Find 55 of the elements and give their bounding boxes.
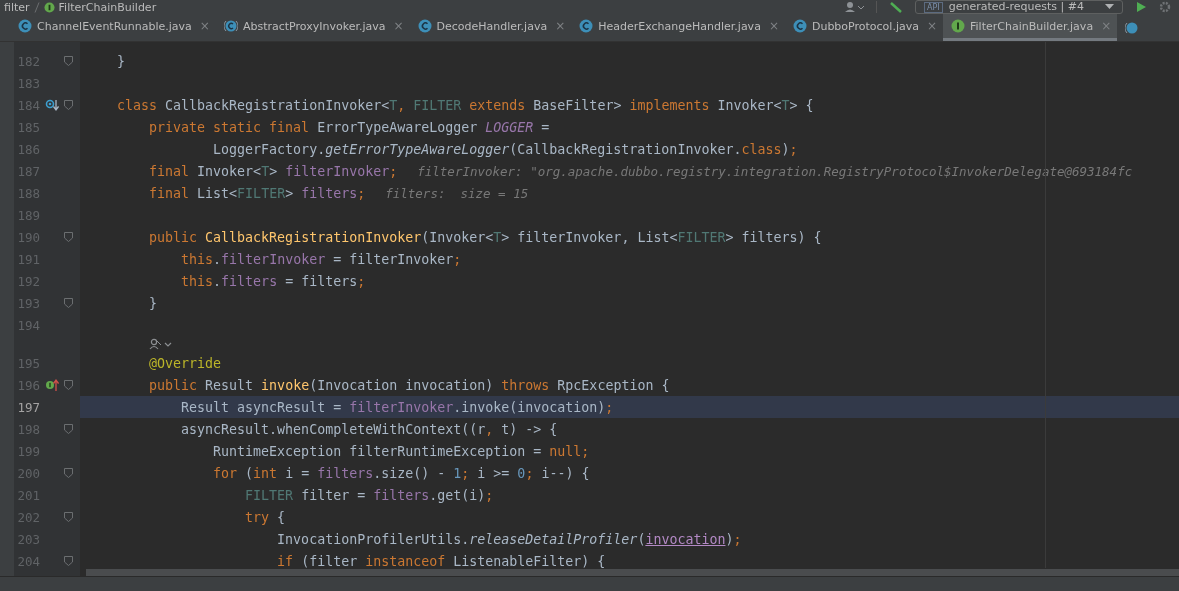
- code-line: if (filter instanceof ListenableFilter) {: [276, 553, 606, 568]
- fold-marker-icon[interactable]: [64, 556, 73, 566]
- run-config-dropdown[interactable]: API generated-requests | #4: [915, 0, 1123, 14]
- breadcrumb-item[interactable]: FilterChainBuilder: [58, 0, 157, 14]
- separator-icon: [33, 1, 40, 13]
- class-icon: [18, 19, 32, 33]
- editor-tab[interactable]: ChannelEventRunnable.java ×: [10, 14, 216, 41]
- editor-tab[interactable]: AbstractProxyInvoker.java ×: [215, 14, 410, 41]
- code-line: RuntimeException filterRuntimeException = null;: [212, 443, 590, 459]
- inlay-hint: filterInvoker: "org.apache.dubbo.registry.integration.RegistryProtocol$InvokerDelegate@693184fc: [417, 163, 1133, 179]
- code-line: @Override: [148, 355, 222, 371]
- line-number: 197: [16, 399, 40, 415]
- fold-marker-icon[interactable]: [64, 512, 73, 522]
- code-line: FILTER filter = filters.get(i);: [244, 487, 494, 503]
- caret-icon: [1105, 4, 1114, 10]
- editor-tab[interactable]: DecodeHandler.java ×: [409, 14, 572, 41]
- code-line: public CallbackRegistrationInvoker(Invoker<T> filterInvoker, List<FILTER> filters) {: [148, 229, 822, 245]
- interface-icon: [951, 19, 965, 33]
- fold-marker-icon[interactable]: [64, 298, 73, 308]
- code-line: asyncResult.whenCompleteWithContext((r, t) -> {: [180, 421, 558, 437]
- code-line: final List<FILTER> filters;: [148, 185, 366, 201]
- fold-marker-icon[interactable]: [64, 100, 73, 110]
- code-line: private static final ErrorTypeAwareLogger LOGGER =: [148, 119, 550, 135]
- code-line: LoggerFactory.getErrorTypeAwareLogger(CallbackRegistrationInvoker.class);: [212, 141, 798, 157]
- code-line: final Invoker<T> filterInvoker;: [148, 163, 398, 179]
- fold-marker-icon[interactable]: [64, 468, 73, 478]
- code-line: }: [117, 53, 125, 69]
- fold-marker-icon[interactable]: [64, 380, 73, 390]
- editor-tab[interactable]: HeaderExchangeHandler.java ×: [571, 14, 785, 41]
- abstract-class-icon: [223, 19, 238, 33]
- implements-marker-icon[interactable]: [45, 378, 59, 392]
- code-line: InvocationProfilerUtils.releaseDetailProfiler(invocation);: [276, 531, 742, 547]
- fold-marker-icon[interactable]: [64, 56, 73, 66]
- class-icon: [579, 19, 594, 33]
- code-vision-icon[interactable]: [149, 338, 173, 350]
- user-icon[interactable]: [844, 1, 864, 13]
- editor-tab[interactable]: DubboProtocol.java ×: [784, 14, 943, 41]
- code-line: this.filterInvoker = filterInvoker;: [180, 251, 462, 267]
- editor-tab[interactable]: FilterChainBuilder.java ×: [943, 14, 1118, 41]
- code-line: Result asyncResult = filterInvoker.invoke(invocation);: [180, 399, 614, 415]
- code-line: public Result invoke(Invocation invocation) throws RpcException {: [148, 377, 670, 393]
- class-icon[interactable]: [1125, 20, 1140, 35]
- fold-marker-icon[interactable]: [64, 232, 73, 242]
- class-icon: [792, 19, 807, 33]
- code-line: }: [148, 295, 158, 311]
- code-line: for (int i = filters.size() - 1; i >= 0; i--) {: [212, 465, 590, 481]
- fold-marker-icon[interactable]: [64, 424, 73, 434]
- interface-icon: [43, 1, 55, 13]
- class-icon: [417, 19, 432, 33]
- code-line: try {: [244, 509, 286, 525]
- breadcrumb-item[interactable]: filter: [4, 0, 30, 14]
- code-line: this.filters = filters;: [180, 273, 366, 289]
- implemented-marker-icon[interactable]: [45, 98, 59, 112]
- code-line: class CallbackRegistrationInvoker<T, FILTER extends BaseFilter> implements Invoker<T> {: [117, 97, 814, 113]
- inlay-hint: filters: size = 15: [385, 185, 529, 201]
